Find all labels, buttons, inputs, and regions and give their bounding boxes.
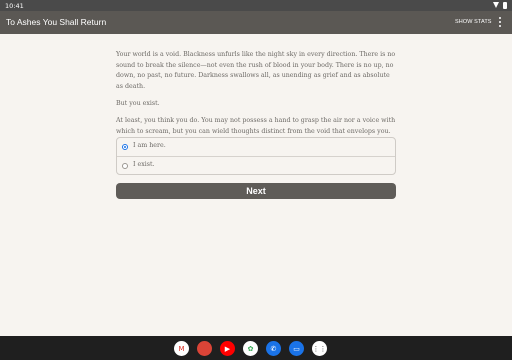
battery-icon xyxy=(503,1,507,9)
story-text: Your world is a void. Blackness unfurls … xyxy=(116,50,396,144)
radio-unselected-icon[interactable] xyxy=(122,163,128,169)
choice-list: I am here. I exist. xyxy=(116,137,396,175)
messages-icon[interactable]: ▭ xyxy=(289,341,304,356)
app-title: To Ashes You Shall Return xyxy=(6,17,107,27)
photos-icon[interactable]: ✿ xyxy=(243,341,258,356)
status-bar: 10:41 xyxy=(0,0,512,11)
navigation-bar: M ▶ ✿ ✆ ▭ ⋮⋮ xyxy=(0,336,512,360)
choice-label: I am here. xyxy=(133,142,166,149)
overflow-menu-icon[interactable] xyxy=(497,17,503,29)
choice-label: I exist. xyxy=(133,161,155,168)
app-bar: To Ashes You Shall Return SHOW STATS xyxy=(0,11,512,34)
chrome-icon[interactable] xyxy=(197,341,212,356)
show-stats-button[interactable]: SHOW STATS xyxy=(455,19,492,25)
choice-option-i-exist[interactable]: I exist. xyxy=(117,156,395,174)
wifi-icon xyxy=(493,2,499,8)
radio-selected-icon[interactable] xyxy=(122,144,128,150)
next-button[interactable]: Next xyxy=(116,183,396,199)
gmail-icon[interactable]: M xyxy=(174,341,189,356)
phone-icon[interactable]: ✆ xyxy=(266,341,281,356)
app-dock: M ▶ ✿ ✆ ▭ ⋮⋮ xyxy=(174,341,327,356)
app-drawer-icon[interactable]: ⋮⋮ xyxy=(312,341,327,356)
youtube-icon[interactable]: ▶ xyxy=(220,341,235,356)
status-icons xyxy=(493,1,507,9)
choice-option-i-am-here[interactable]: I am here. xyxy=(117,138,395,156)
status-time: 10:41 xyxy=(5,1,24,10)
story-paragraph: But you exist. xyxy=(116,99,160,107)
story-paragraph: Your world is a void. Blackness unfurls … xyxy=(116,51,396,90)
story-paragraph: At least, you think you do. You may not … xyxy=(116,117,396,135)
